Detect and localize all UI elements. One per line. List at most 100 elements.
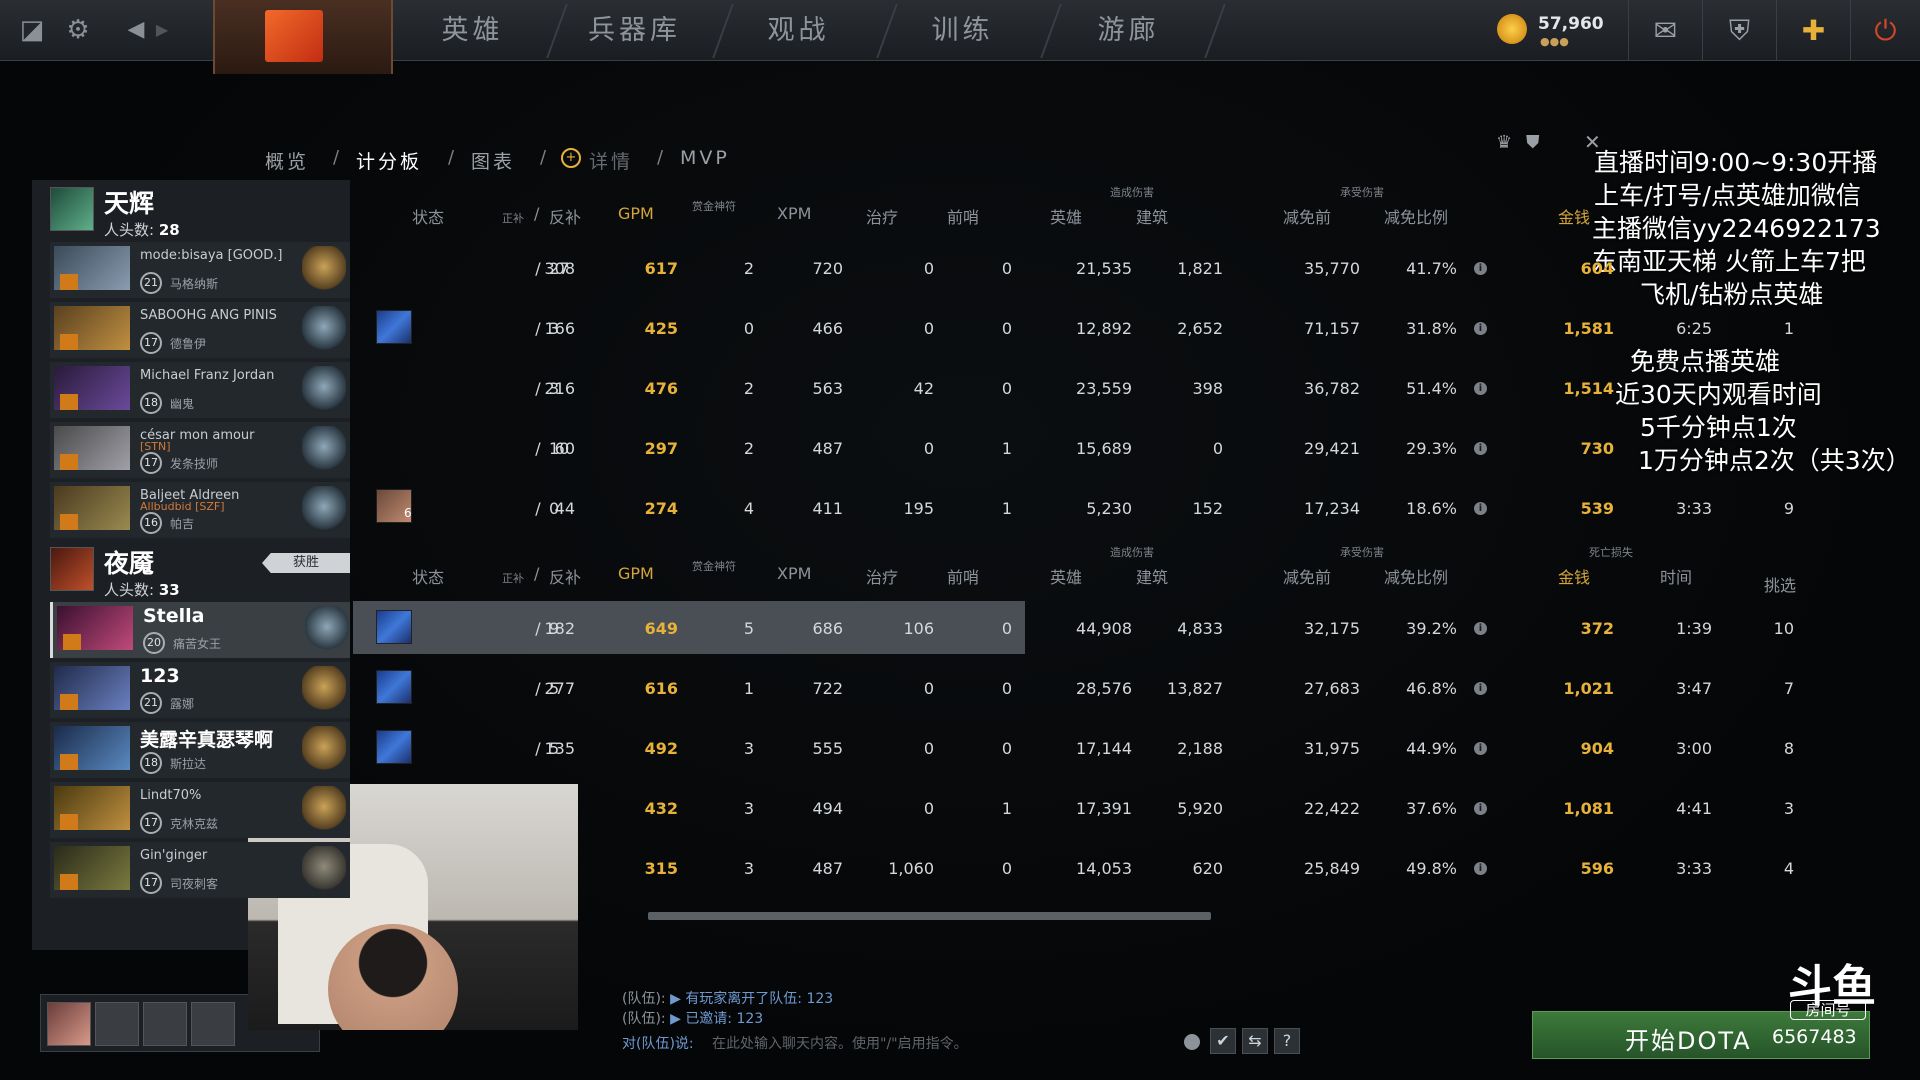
subtab-overview[interactable]: 概览	[265, 147, 309, 174]
player-row[interactable]: 123 21 露娜	[50, 662, 350, 718]
stat-slash: /	[535, 739, 541, 758]
player-level: 17	[140, 452, 162, 474]
stat-heal: 106	[903, 619, 934, 638]
info-icon[interactable]: i	[1474, 622, 1487, 635]
player-name[interactable]: Lindt70%	[140, 788, 201, 803]
party-slot-empty[interactable]	[191, 1002, 235, 1046]
info-icon[interactable]: i	[1474, 322, 1487, 335]
player-name[interactable]: 123	[140, 665, 180, 687]
hero-name: 德鲁伊	[170, 337, 207, 351]
party-slot-empty[interactable]	[143, 1002, 187, 1046]
info-icon[interactable]: i	[1474, 442, 1487, 455]
stat-gpm: 476	[644, 379, 678, 398]
chat-channel-icon[interactable]: ⇆	[1242, 1028, 1268, 1054]
header-col-hero-damage: 英雄	[1050, 568, 1083, 587]
help-icon[interactable]: ?	[1274, 1028, 1300, 1054]
item-icon[interactable]	[376, 610, 412, 644]
nav-tab-arcade[interactable]: 游廊	[1066, 0, 1191, 61]
stat-bounty: 2	[743, 259, 754, 278]
info-icon[interactable]: i	[1474, 382, 1487, 395]
player-row[interactable]: Baljeet Aldreen Allbudbid [SZF] 16 帕吉	[50, 482, 350, 538]
horizontal-scrollbar[interactable]	[648, 912, 1211, 920]
stat-gpm: 616	[644, 679, 678, 698]
chat-input[interactable]: 在此处输入聊天内容。使用"/"启用指令。	[712, 1033, 1152, 1053]
stat-dn: 10	[549, 439, 570, 458]
crown-icon[interactable]: ♛	[1496, 132, 1512, 153]
hero-portrait	[54, 726, 130, 770]
subtab-scoreboard[interactable]: 计分板	[356, 147, 422, 174]
player-name[interactable]: mode:bisaya [GOOD.]	[140, 248, 282, 263]
hero-portrait	[57, 606, 133, 650]
info-icon[interactable]: i	[1474, 262, 1487, 275]
hero-level-badge	[60, 274, 78, 290]
nav-tab-armory[interactable]: 兵器库	[572, 0, 697, 61]
nav-tab-watch[interactable]: 观战	[736, 0, 861, 61]
settings-gear-icon[interactable]: ⚙	[60, 12, 96, 48]
player-row[interactable]: Lindt70% 17 克林克兹	[50, 782, 350, 838]
dota-home-tab[interactable]	[213, 0, 393, 74]
header-col-slash: /	[534, 204, 540, 223]
info-icon[interactable]: i	[1474, 502, 1487, 515]
info-icon[interactable]: i	[1474, 742, 1487, 755]
hero-name: 幽鬼	[170, 397, 195, 411]
dota-menu-icon[interactable]: ◪	[14, 12, 50, 48]
nav-tab-heroes[interactable]: 英雄	[410, 0, 535, 61]
hero-portrait	[54, 666, 130, 710]
player-name[interactable]: SABOOHG ANG PINIS	[140, 308, 277, 323]
hero-portrait	[54, 426, 130, 470]
rank-medal-icon	[302, 306, 346, 352]
player-row[interactable]: 美露辛真瑟琴啊 18 斯拉达	[50, 722, 350, 778]
player-row[interactable]: SABOOHG ANG PINIS 17 德鲁伊	[50, 302, 350, 358]
overlay-line-6: 免费点播英雄	[1630, 347, 1781, 376]
stat-wards: 0	[1001, 859, 1012, 878]
header-death-loss-group: 死亡损失	[1589, 546, 1633, 559]
player-row[interactable]: Gin'ginger 17 司夜刺客	[50, 842, 350, 898]
header-col-xpm: XPM	[777, 564, 812, 583]
item-icon[interactable]	[376, 310, 412, 344]
radiant-team-icon	[50, 187, 94, 231]
item-icon[interactable]	[376, 730, 412, 764]
forward-arrow-icon[interactable]: ▶	[144, 12, 180, 48]
info-icon[interactable]: i	[1474, 682, 1487, 695]
armory-sword-icon[interactable]: ⛨	[1702, 0, 1776, 61]
item-icon[interactable]	[376, 670, 412, 704]
overlay-line-9: 1万分钟点2次（共3次）	[1638, 446, 1911, 475]
stat-wards: 0	[1001, 619, 1012, 638]
stat-bld: 2,652	[1177, 319, 1223, 338]
player-row[interactable]: Michael Franz Jordan 18 幽鬼	[50, 362, 350, 418]
stat-gpm: 432	[644, 799, 678, 818]
mail-icon[interactable]: ✉	[1628, 0, 1702, 61]
info-icon[interactable]: i	[1474, 862, 1487, 875]
info-icon[interactable]: i	[1474, 802, 1487, 815]
player-name[interactable]: Gin'ginger	[140, 848, 207, 863]
player-name[interactable]: 美露辛真瑟琴啊	[140, 725, 273, 752]
stat-time: 3:47	[1676, 679, 1712, 698]
stat-time: 3:00	[1676, 739, 1712, 758]
stat-time: 3:33	[1676, 499, 1712, 518]
player-level: 21	[140, 272, 162, 294]
hero-level-badge	[60, 754, 78, 770]
plus-subscription-icon[interactable]: ✚	[1776, 0, 1850, 61]
party-member-avatar[interactable]	[47, 1002, 91, 1046]
start-dota-label: 开始DOTA	[1625, 1027, 1752, 1055]
subtab-details[interactable]: 详情	[589, 147, 633, 174]
checkmark-icon[interactable]: ✔	[1210, 1028, 1236, 1054]
nav-tab-learn[interactable]: 训练	[900, 0, 1025, 61]
player-row[interactable]: Stella 20 痛苦女王	[50, 602, 350, 658]
player-row[interactable]: mode:bisaya [GOOD.] 21 马格纳斯	[50, 242, 350, 298]
stat-bld: 2,188	[1177, 739, 1223, 758]
subtab-graphs[interactable]: 图表	[471, 147, 515, 174]
stat-heal: 1,060	[888, 859, 934, 878]
emoji-icon[interactable]	[1184, 1034, 1200, 1050]
item-icon[interactable]: 6	[376, 489, 412, 523]
player-row[interactable]: césar mon amour [STN] 17 发条技师	[50, 422, 350, 478]
player-name[interactable]: Stella	[143, 605, 205, 627]
shield-icon[interactable]: ⛊	[1526, 132, 1540, 153]
subtab-mvp[interactable]: MVP	[680, 147, 730, 169]
stat-before: 22,422	[1304, 799, 1360, 818]
power-exit-icon[interactable]: ⏻	[1850, 0, 1920, 61]
player-name[interactable]: Michael Franz Jordan	[140, 368, 274, 383]
rank-medal-icon	[305, 606, 349, 652]
party-slot-empty[interactable]	[95, 1002, 139, 1046]
header-col-bounty: 赏金神符	[692, 560, 736, 573]
